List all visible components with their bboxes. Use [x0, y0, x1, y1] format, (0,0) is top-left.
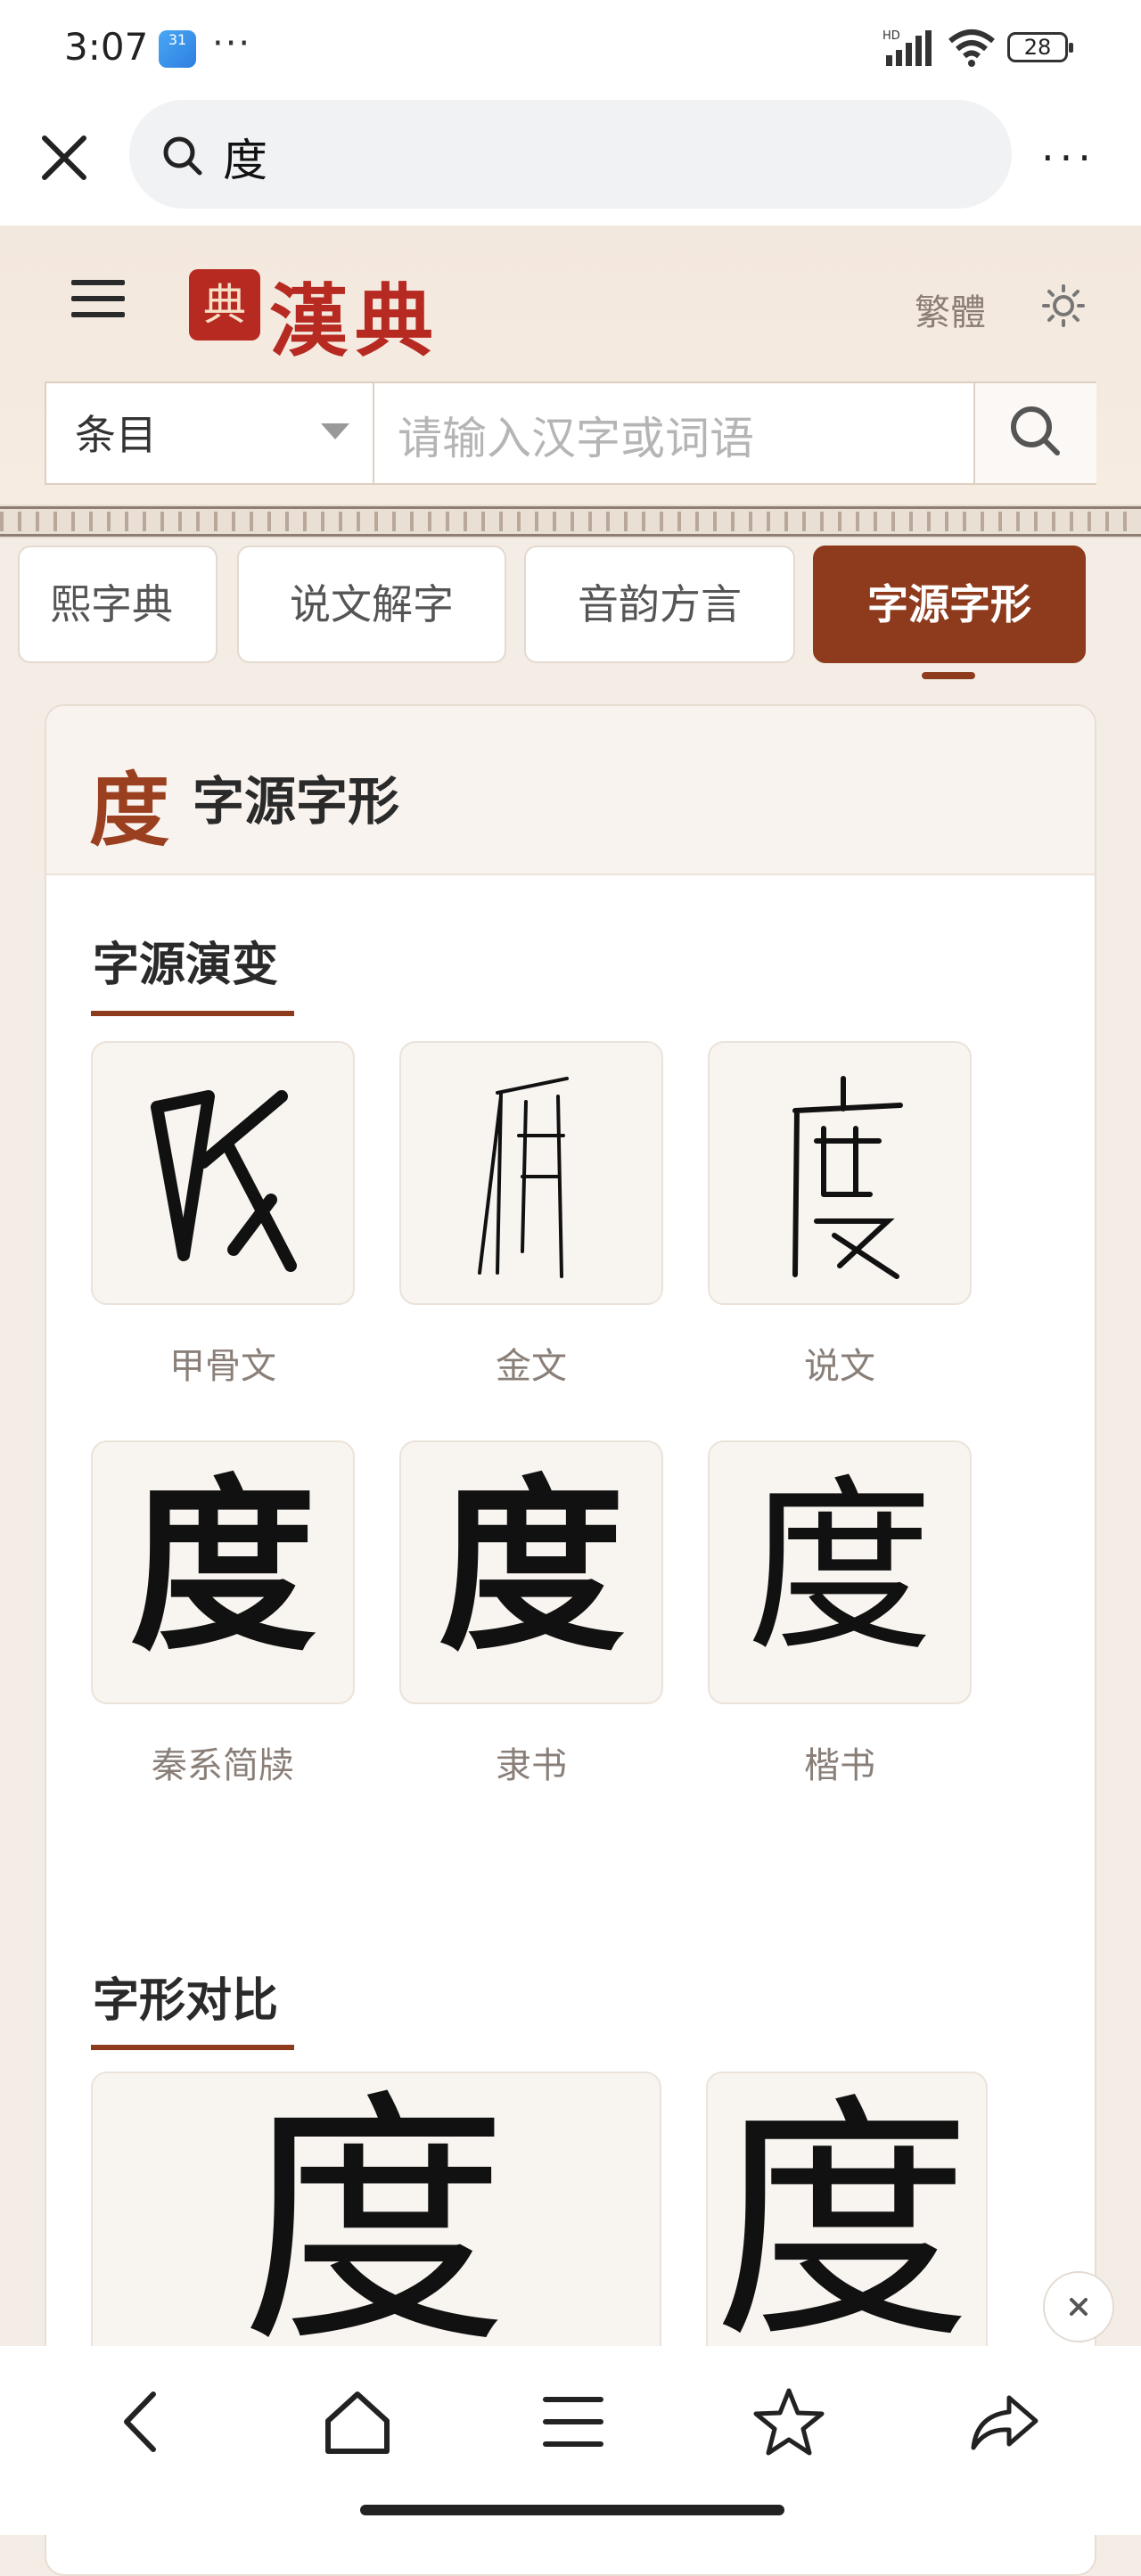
browser-query-text[interactable]: 度 [223, 125, 267, 189]
close-icon[interactable] [36, 129, 93, 186]
tab-ziyuan[interactable]: 字源字形 [813, 546, 1086, 663]
calendar-app-icon: 31 [159, 30, 196, 68]
headword-character: 度 [89, 763, 169, 857]
chevron-down-icon[interactable] [321, 423, 349, 439]
glyph-label: 秦系简牍 [152, 1745, 294, 1786]
section-title-comparison: 字形对比 [93, 1974, 279, 2028]
network-label: HD [882, 29, 900, 43]
site-search-input[interactable]: 请输入汉字或词语 [398, 403, 754, 467]
cellular-signal-icon: HD [882, 29, 936, 71]
tabs-menu-icon[interactable] [533, 2382, 613, 2462]
glyph-bronze[interactable] [399, 1041, 663, 1305]
card-title: 字源字形 [193, 771, 400, 832]
star-icon[interactable] [749, 2382, 829, 2462]
active-tab-indicator [922, 672, 975, 679]
search-category-label[interactable]: 条目 [75, 403, 157, 462]
home-indicator[interactable] [360, 2505, 784, 2515]
section-underline [91, 1011, 294, 1016]
battery-icon: 28 [1007, 32, 1073, 62]
section-underline [91, 2045, 294, 2050]
status-more-icon: ··· [212, 23, 252, 64]
tab-kangxi[interactable]: 熙字典 [18, 546, 218, 663]
traditional-toggle[interactable]: 繁體 [915, 283, 986, 335]
tab-yinyun[interactable]: 音韵方言 [524, 546, 795, 663]
home-icon[interactable] [317, 2382, 398, 2462]
glyph-kaishu[interactable]: 度 [708, 1440, 972, 1704]
glyph-lishu[interactable]: 度 [399, 1440, 663, 1704]
share-icon[interactable] [965, 2382, 1045, 2462]
glyph-qin[interactable]: 度 [91, 1440, 355, 1704]
site-logo[interactable]: 漢典 [269, 258, 440, 372]
glyph-shuowen[interactable] [708, 1041, 972, 1305]
search-icon [160, 134, 205, 182]
glyph-label: 说文 [804, 1346, 875, 1387]
glyph-oracle[interactable] [91, 1041, 355, 1305]
glyph-label: 楷书 [804, 1745, 875, 1786]
decorative-border [0, 505, 1141, 538]
tab-shuowen[interactable]: 说文解字 [237, 546, 506, 663]
glyph-label: 隶书 [496, 1745, 567, 1786]
glyph-label: 甲骨文 [169, 1346, 276, 1387]
search-icon[interactable] [1007, 403, 1064, 464]
theme-toggle-sun-icon[interactable] [1041, 283, 1086, 332]
menu-icon[interactable] [71, 280, 125, 324]
comparison-glyph: 度 [713, 2073, 972, 2374]
close-icon[interactable] [1043, 2271, 1114, 2342]
back-icon[interactable] [102, 2382, 182, 2462]
status-time: 3:07 [64, 25, 149, 69]
glyph-label: 金文 [496, 1346, 567, 1387]
section-title-evolution: 字源演变 [93, 939, 279, 992]
logo-seal[interactable]: 典 [189, 269, 260, 340]
comparison-glyph: 度 [241, 2068, 508, 2379]
wifi-icon [947, 29, 997, 71]
browser-more-button[interactable]: ··· [1041, 134, 1096, 182]
